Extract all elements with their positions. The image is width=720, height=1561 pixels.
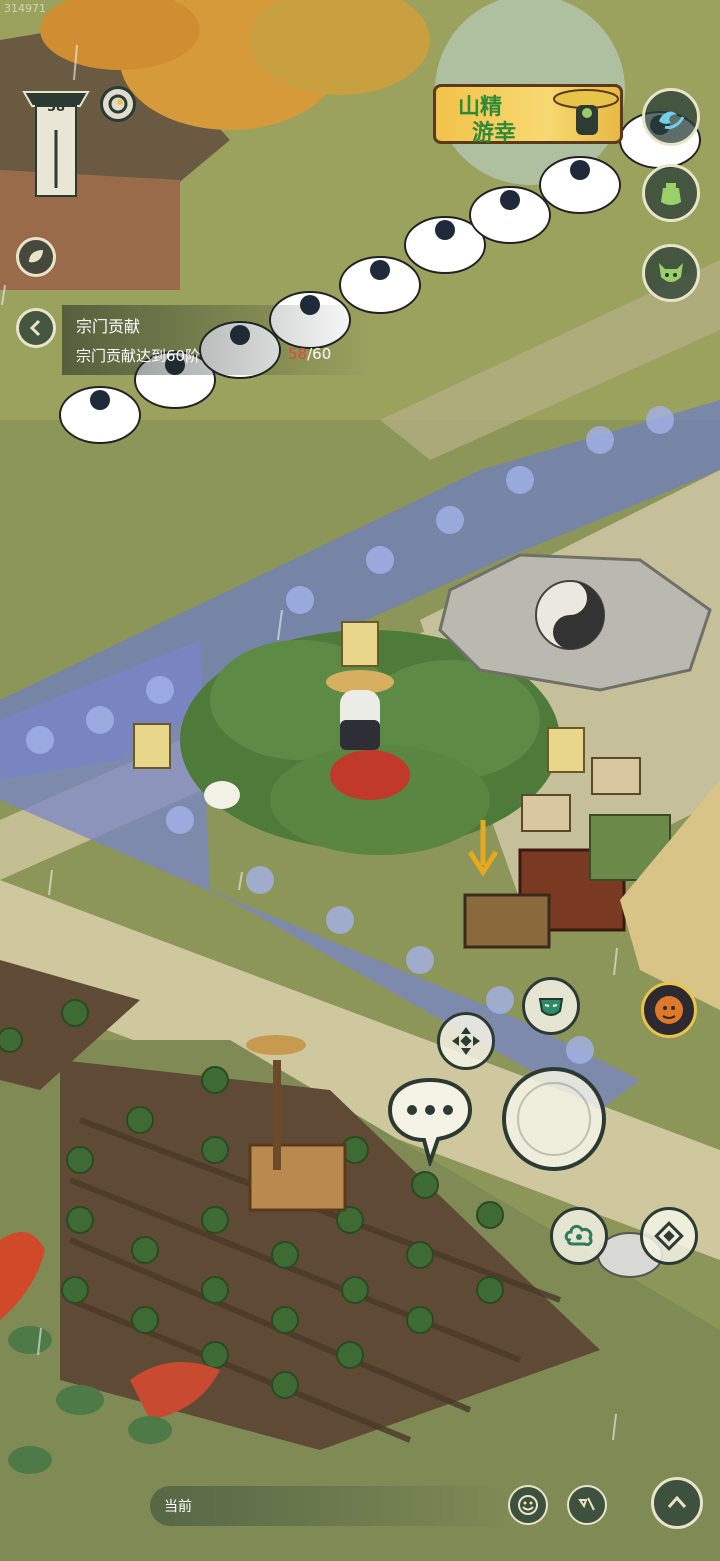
emote-button[interactable] [522,977,580,1035]
wave-menu-button[interactable] [642,88,700,146]
main-action-button[interactable] [502,1067,606,1171]
quest-description: 宗门贡献达到60阶 [76,347,201,365]
level-value: 58 [46,100,66,115]
event-banner[interactable]: 山精 游幸 [433,84,623,146]
spirit-ring-button[interactable] [100,86,136,122]
watermark-id: 314971 [4,2,46,15]
mask-icon [538,998,564,1016]
cloud-skill-button[interactable] [550,1207,608,1265]
pillar-emblem-icon [22,91,90,197]
empty-action-icon [517,1082,591,1156]
quest-title: 宗门贡献 [76,317,141,336]
chevron-up-icon [667,1495,687,1508]
quest-progress: 58/60 [288,345,331,363]
wave-icon [659,111,685,129]
dpad-icon [452,1027,480,1055]
demon-mask-icon [659,263,683,282]
quest-progress-current: 58 [288,345,308,363]
event-banner-line2: 游幸 [472,120,517,146]
pot-icon [661,183,681,205]
compass-skill-button[interactable] [640,1207,698,1265]
move-dpad-button[interactable] [437,1012,495,1070]
chat-button[interactable] [386,1076,474,1169]
collapse-quest-button[interactable] [16,308,56,348]
chat-channel-label: 当前 [164,1499,192,1515]
leaf-menu-button[interactable] [16,237,56,277]
chat-channel-bar[interactable]: 当前 [150,1486,510,1526]
speech-bubble-icon [387,1077,473,1169]
cloud-icon [564,1224,593,1246]
leaf-icon [29,250,43,263]
pot-menu-button[interactable] [642,164,700,222]
demon-menu-button[interactable] [642,244,700,302]
smile-icon [518,1495,538,1515]
compass-icon [654,1221,684,1251]
collapse-arrow-icon [29,319,41,337]
mountain-spirit-icon [553,89,619,135]
level-badge[interactable]: 58 [22,78,90,203]
expand-up-button[interactable] [651,1477,703,1529]
quest-tracker[interactable]: 宗门贡献 宗门贡献达到60阶 58/60 [62,305,372,375]
monk-portrait-icon [655,996,683,1024]
quest-progress-total: /60 [307,345,332,363]
emoji-button[interactable] [508,1485,548,1525]
brush-icon [578,1497,595,1511]
game-world[interactable] [0,0,720,1561]
brush-button[interactable] [567,1485,607,1525]
ring-icon [108,94,128,114]
companion-portrait-button[interactable] [641,982,697,1038]
